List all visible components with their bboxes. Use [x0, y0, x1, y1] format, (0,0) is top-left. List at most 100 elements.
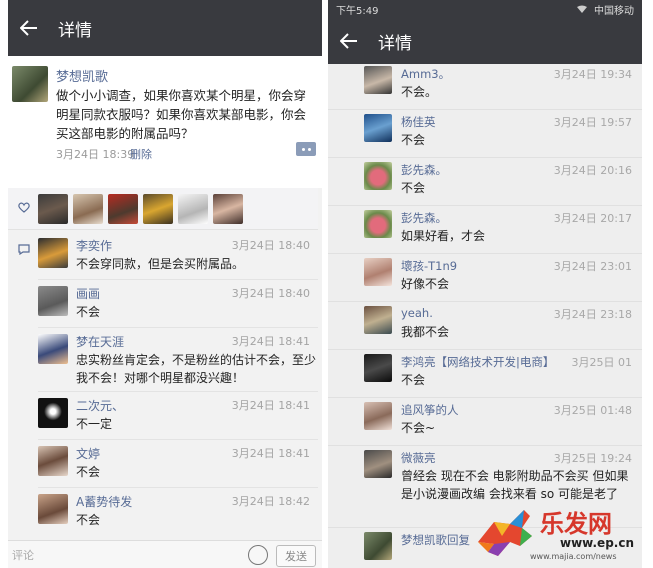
status-time: 下午5:49: [336, 5, 379, 17]
comment-time: 3月25日 01:48: [553, 404, 632, 417]
avatar[interactable]: [108, 194, 138, 224]
commenter-name[interactable]: 梦在天涯: [76, 333, 124, 350]
right-screenshot: 下午5:49 中国移动 详情 Amm3。 3月24日 19:34 不会。 杨佳英…: [328, 0, 642, 568]
comment-item[interactable]: 彭先森。 3月24日 20:16 不会: [328, 158, 642, 206]
comment-text: 不会: [76, 513, 101, 527]
commenter-name[interactable]: 彭先森。: [401, 162, 447, 178]
avatar[interactable]: [364, 402, 392, 430]
avatar[interactable]: [364, 210, 392, 238]
left-screenshot: 详情 梦想凯歌 做个小小调查，如果你喜欢某个明星，你会穿明星同款衣服吗？如果你喜…: [8, 0, 322, 568]
avatar[interactable]: [38, 194, 68, 224]
more-options-button[interactable]: [296, 142, 316, 156]
comment-text: 我都不会: [401, 325, 450, 339]
comment-input[interactable]: 评论: [12, 547, 34, 563]
avatar[interactable]: [143, 194, 173, 224]
send-button[interactable]: 发送: [276, 545, 316, 567]
watermark-brand: 乐发网: [540, 509, 612, 538]
comment-time: 3月24日 18:40: [231, 287, 310, 300]
comment-item[interactable]: 梦在天涯 3月24日 18:41 忠实粉丝肯定会，不是粉丝的估计不会，至少我不会…: [38, 328, 318, 392]
comment-text: 好像不会: [401, 277, 450, 291]
comment-text: 不会: [401, 181, 426, 195]
comment-item[interactable]: 追风筝的人 3月25日 01:48 不会~: [328, 398, 642, 446]
avatar[interactable]: [38, 238, 68, 268]
avatar[interactable]: [364, 450, 392, 478]
comment-item[interactable]: 画画 3月24日 18:40 不会: [38, 280, 318, 328]
status-bar: 下午5:49 中国移动: [328, 0, 642, 18]
post-author-name[interactable]: 梦想凯歌: [56, 66, 108, 85]
heart-icon: [18, 202, 30, 213]
commenter-name[interactable]: 杨佳英: [401, 114, 436, 130]
watermark-small-url: www.majia.com/news: [530, 552, 617, 561]
commenter-name[interactable]: 二次元、: [76, 397, 124, 414]
emoji-icon[interactable]: [248, 545, 268, 565]
avatar[interactable]: [73, 194, 103, 224]
author-avatar[interactable]: [12, 66, 48, 102]
comment-item[interactable]: 杨佳英 3月24日 19:57 不会: [328, 110, 642, 158]
commenter-name[interactable]: 李奕作: [76, 237, 112, 254]
commenter-name[interactable]: 李鸿亮【网络技术开发|电商】: [401, 354, 554, 370]
avatar[interactable]: [38, 494, 68, 524]
comment-item[interactable]: 二次元、 3月24日 18:41 不一定: [38, 392, 318, 440]
commenter-name[interactable]: 画画: [76, 285, 100, 302]
avatar[interactable]: [178, 194, 208, 224]
avatar[interactable]: [213, 194, 243, 224]
comment-text: 忠实粉丝肯定会，不是粉丝的估计不会，至少我不会！对哪个明星都没兴趣！: [76, 353, 317, 385]
back-button[interactable]: [328, 18, 370, 64]
avatar[interactable]: [364, 114, 392, 142]
comment-time: 3月24日 23:18: [553, 308, 632, 321]
carrier-label: 中国移动: [594, 5, 634, 17]
comment-text: 不会: [401, 133, 426, 147]
commenter-name[interactable]: A蓄势待发: [76, 493, 132, 510]
comment-input-bar: 评论 发送: [8, 540, 322, 568]
comment-time: 3月25日 19:24: [553, 452, 632, 465]
comment-time: 3月24日 19:34: [553, 68, 632, 81]
comment-item[interactable]: A蓄势待发 3月24日 18:42 不会: [38, 488, 318, 536]
comment-time: 3月24日 20:16: [553, 164, 632, 177]
avatar[interactable]: [364, 66, 392, 94]
avatar[interactable]: [38, 334, 68, 364]
back-button[interactable]: [8, 0, 50, 56]
commenter-name[interactable]: yeah.: [401, 306, 433, 320]
avatar[interactable]: [364, 258, 392, 286]
comment-item[interactable]: yeah. 3月24日 23:18 我都不会: [328, 302, 642, 350]
comment-time: 3月25日 01: [571, 356, 633, 369]
avatar[interactable]: [364, 162, 392, 190]
comment-text: 如果好看，才会: [401, 229, 486, 243]
comment-item[interactable]: 文婷 3月24日 18:41 不会: [38, 440, 318, 488]
commenter-name[interactable]: 梦想凯歌回复: [401, 532, 470, 548]
avatar[interactable]: [38, 286, 68, 316]
comment-time: 3月24日 23:01: [553, 260, 632, 273]
comment-item[interactable]: 壞孩-T1n9 3月24日 23:01 好像不会: [328, 254, 642, 302]
comment-text: 不会~: [401, 421, 436, 435]
comment-icon: [18, 244, 30, 255]
site-watermark: 乐发网 www.ep.cn www.majia.com/news: [470, 500, 650, 566]
avatar[interactable]: [364, 306, 392, 334]
avatar[interactable]: [38, 446, 68, 476]
comment-text: 不会穿同款，但是会买附属品。: [76, 257, 245, 271]
comment-text: 不会: [401, 373, 426, 387]
commenter-name[interactable]: Amm3。: [401, 66, 450, 82]
comment-text: 曾经会 现在不会 电影附助品不会买 但如果是小说漫画改编 会找来看 so 可能是…: [401, 469, 629, 501]
comment-item[interactable]: Amm3。 3月24日 19:34 不会。: [328, 62, 642, 110]
comment-text: 不会。: [401, 85, 438, 99]
commenter-name[interactable]: 追风筝的人: [401, 402, 459, 418]
commenter-name[interactable]: 壞孩-T1n9: [401, 258, 457, 274]
comment-time: 3月24日 18:42: [231, 495, 310, 508]
comment-item[interactable]: 李鸿亮【网络技术开发|电商】 3月25日 01 不会: [328, 350, 642, 398]
delete-link[interactable]: 删除: [130, 146, 152, 162]
comment-time: 3月24日 18:41: [231, 399, 310, 412]
comment-item[interactable]: 彭先森。 3月24日 20:17 如果好看，才会: [328, 206, 642, 254]
post-text: 做个小小调查，如果你喜欢某个明星，你会穿明星同款衣服吗？如果你喜欢某部电影，你会…: [56, 88, 307, 141]
avatar[interactable]: [364, 532, 392, 560]
commenter-name[interactable]: 文婷: [76, 445, 100, 462]
wifi-icon: [577, 5, 587, 13]
avatar[interactable]: [364, 354, 392, 382]
comment-text: 不会: [76, 465, 101, 479]
page-title: 详情: [58, 20, 92, 41]
comment-item[interactable]: 李奕作 3月24日 18:40 不会穿同款，但是会买附属品。: [38, 232, 318, 280]
comment-time: 3月24日 19:57: [553, 116, 632, 129]
left-titlebar: 详情: [8, 0, 322, 56]
commenter-name[interactable]: 彭先森。: [401, 210, 447, 226]
commenter-name[interactable]: 微薇亮: [401, 450, 436, 466]
avatar[interactable]: [38, 398, 68, 428]
